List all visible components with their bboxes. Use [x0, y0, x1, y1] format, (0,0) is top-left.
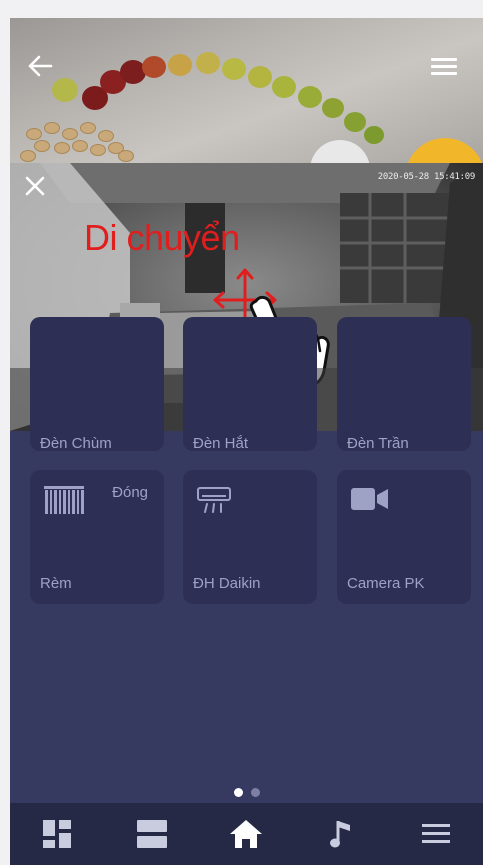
- menu-icon: [421, 824, 450, 843]
- nav-home[interactable]: [199, 803, 294, 865]
- close-icon: [25, 176, 45, 196]
- curtain-icon: [44, 486, 84, 514]
- hamburger-menu-icon: [431, 58, 457, 75]
- device-label: Đèn Hắt: [193, 435, 249, 452]
- device-tile[interactable]: Đèn Hắt: [183, 317, 317, 452]
- video-camera-icon: [351, 488, 388, 510]
- menu-button[interactable]: [430, 54, 458, 78]
- app-screen: 2020-05-28 15:41:09 Di chuyển Đèn Chùm Đ…: [10, 18, 483, 865]
- arrow-left-icon: [28, 55, 53, 77]
- back-button[interactable]: [26, 54, 54, 78]
- device-label: ĐH Daikin: [193, 575, 261, 592]
- camera-move-hint: Di chuyển: [84, 217, 240, 258]
- header-banner: [10, 18, 483, 163]
- nav-rooms[interactable]: [105, 803, 200, 865]
- dashboard-icon: [43, 820, 72, 848]
- device-status: Đóng: [112, 484, 148, 501]
- device-label: Camera PK: [347, 575, 425, 592]
- music-icon: [330, 821, 351, 848]
- home-icon: [230, 820, 263, 848]
- device-tile[interactable]: Đèn Chùm: [30, 317, 164, 452]
- device-label: Rèm: [40, 575, 72, 592]
- device-tile-curtain[interactable]: Đóng Rèm: [30, 470, 164, 604]
- device-tile-camera[interactable]: Camera PK: [337, 470, 471, 604]
- air-conditioner-icon: [197, 487, 231, 513]
- device-row-partial: Đèn Chùm Đèn Hắt Đèn Trần: [10, 317, 483, 452]
- nav-menu[interactable]: [388, 803, 483, 865]
- device-label: Đèn Trần: [347, 435, 409, 452]
- bottom-navigation: [10, 803, 483, 865]
- page-indicator: [234, 788, 260, 797]
- page-dot-active[interactable]: [234, 788, 243, 797]
- camera-timestamp: 2020-05-28 15:41:09: [377, 172, 476, 182]
- device-tile-daikin[interactable]: ĐH Daikin: [183, 470, 317, 604]
- page-dot[interactable]: [251, 788, 260, 797]
- camera-close-button[interactable]: [24, 175, 46, 197]
- device-label: Đèn Chùm: [40, 435, 112, 452]
- nav-dashboard[interactable]: [10, 803, 105, 865]
- device-tile[interactable]: Đèn Trần: [337, 317, 471, 452]
- rooms-icon: [136, 820, 167, 848]
- nav-music[interactable]: [294, 803, 389, 865]
